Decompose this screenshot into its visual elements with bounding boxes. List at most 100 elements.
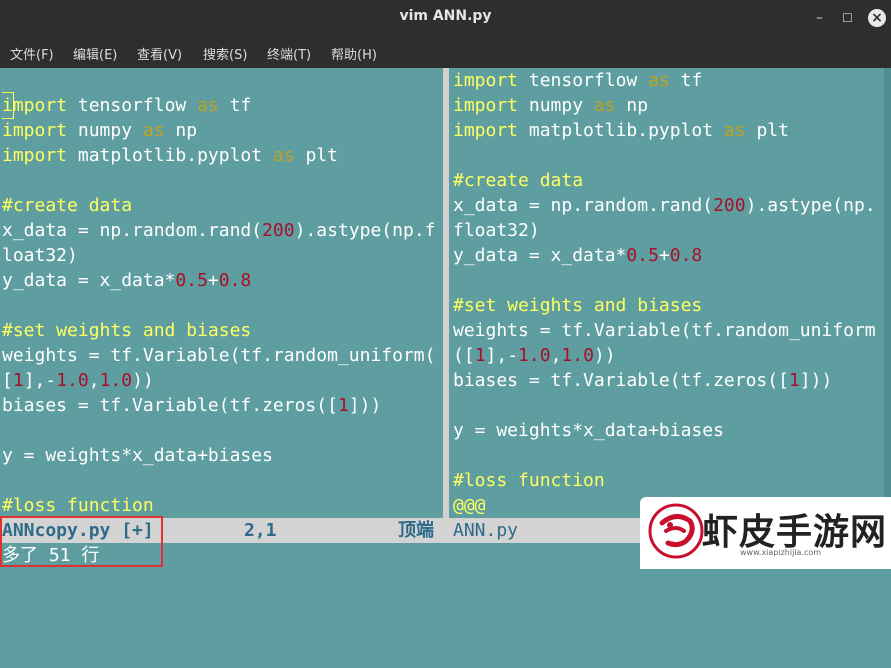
code-line[interactable]: import matplotlib.pyplot as plt: [453, 118, 789, 143]
code-line[interactable]: import tensorflow as tf: [2, 92, 252, 119]
shrimp-logo-icon: [648, 503, 704, 559]
code-line[interactable]: biases = tf.Variable(tf.zeros([1])): [2, 393, 381, 418]
menu-view[interactable]: 查看(V): [137, 44, 182, 63]
code-token: as: [648, 70, 670, 91]
code-token: +: [207, 270, 219, 291]
code-token: as: [723, 120, 746, 141]
code-line[interactable]: y_data = x_data*0.5+0.8: [453, 243, 702, 268]
code-token: biases = tf.Variable(tf.zeros([: [453, 370, 789, 391]
code-line[interactable]: ([1],-1.0,1.0)): [453, 343, 616, 368]
code-token: ])): [348, 395, 382, 416]
code-token: matplotlib.pyplot: [67, 145, 273, 166]
code-line[interactable]: @@@: [453, 493, 486, 518]
code-token: import: [453, 120, 519, 141]
menu-terminal[interactable]: 终端(T): [267, 44, 311, 63]
code-token: y = weights*x_data+biases: [453, 420, 724, 441]
code-line[interactable]: y_data = x_data*0.5+0.8: [2, 268, 251, 293]
code-token: import: [2, 120, 68, 141]
code-token: 0.5: [175, 270, 208, 291]
code-line[interactable]: x_data = np.random.rand(200).astype(np.: [453, 193, 876, 218]
code-line[interactable]: weights = tf.Variable(tf.random_uniform: [453, 318, 876, 343]
code-line[interactable]: #loss function: [453, 468, 605, 493]
code-line[interactable]: #set weights and biases: [453, 293, 702, 318]
terminal-area[interactable]: import tensorflow as tf import numpy as n…: [0, 68, 891, 569]
code-token: weights = tf.Variable(tf.random_uniform(: [2, 345, 436, 366]
title-bar: vim ANN.py – ☐ ×: [0, 0, 891, 36]
code-token: biases = tf.Variable(tf.zeros([: [2, 395, 338, 416]
minimize-icon[interactable]: –: [816, 9, 823, 27]
code-line[interactable]: weights = tf.Variable(tf.random_uniform(: [2, 343, 435, 368]
code-line[interactable]: biases = tf.Variable(tf.zeros([1])): [453, 368, 832, 393]
code-token: @@@: [453, 495, 486, 516]
code-token: y_data = x_data*: [453, 245, 627, 266]
code-token: np: [164, 120, 198, 141]
code-token: 1.0: [56, 370, 89, 391]
code-token: 1.0: [518, 345, 551, 366]
code-token: matplotlib.pyplot: [518, 120, 724, 141]
code-token: as: [197, 95, 219, 116]
code-token: ).astype(np.: [745, 195, 876, 216]
code-token: ],-: [485, 345, 519, 366]
code-token: x_data = np.random.rand(: [453, 195, 714, 216]
code-line[interactable]: #create data: [2, 193, 132, 218]
code-line[interactable]: y = weights*x_data+biases: [2, 443, 273, 468]
code-token: import: [2, 145, 68, 166]
code-line[interactable]: loat32): [2, 243, 78, 268]
code-line[interactable]: [1],-1.0,1.0)): [2, 368, 154, 393]
code-line[interactable]: y = weights*x_data+biases: [453, 418, 724, 443]
code-token: ],-: [23, 370, 57, 391]
code-line[interactable]: import tensorflow as tf: [453, 68, 702, 93]
code-token: 1: [337, 395, 349, 416]
code-token: tensorflow: [67, 95, 198, 116]
code-token: as: [272, 145, 295, 166]
code-token: 200: [713, 195, 746, 216]
code-token: tensorflow: [518, 70, 649, 91]
code-line[interactable]: #create data: [453, 168, 583, 193]
code-token: ,: [550, 345, 562, 366]
code-token: 0.8: [218, 270, 252, 291]
menu-file[interactable]: 文件(F): [10, 44, 54, 63]
right-editor-pane[interactable]: import tensorflow as tf import numpy as n…: [453, 68, 884, 518]
code-token: #create data: [2, 195, 133, 216]
code-token: 0.5: [626, 245, 659, 266]
code-line[interactable]: float32): [453, 218, 540, 243]
code-token: #set weights and biases: [453, 295, 703, 316]
close-icon[interactable]: ×: [868, 9, 886, 27]
code-token: np: [615, 95, 649, 116]
code-line[interactable]: import numpy as np: [453, 93, 648, 118]
code-line[interactable]: import matplotlib.pyplot as plt: [2, 143, 338, 168]
code-token: ,: [88, 370, 100, 391]
code-token: weights = tf.Variable(tf.random_uniform: [453, 320, 876, 341]
menu-help[interactable]: 帮助(H): [331, 44, 377, 63]
code-token: x_data = np.random.rand(: [2, 220, 263, 241]
vertical-split-divider[interactable]: [443, 68, 449, 520]
scroll-position: 顶端: [398, 520, 434, 541]
code-token: as: [142, 120, 165, 141]
text-cursor: i: [2, 92, 14, 119]
code-token: import: [453, 95, 519, 116]
code-line[interactable]: x_data = np.random.rand(200).astype(np.f: [2, 218, 436, 243]
code-token: 1: [474, 345, 486, 366]
menu-bar: 文件(F) 编辑(E) 查看(V) 搜索(S) 终端(T) 帮助(H): [0, 36, 891, 68]
menu-search[interactable]: 搜索(S): [203, 44, 247, 63]
scrollbar[interactable]: [884, 68, 891, 518]
code-token: numpy: [518, 95, 594, 116]
code-token: float32): [453, 220, 540, 241]
code-token: import: [2, 92, 67, 119]
code-token: 1.0: [561, 345, 594, 366]
code-token: #loss function: [453, 470, 605, 491]
maximize-icon[interactable]: ☐: [842, 9, 853, 27]
left-editor-pane[interactable]: import tensorflow as tf import numpy as n…: [2, 68, 442, 518]
code-token: tf: [218, 95, 252, 116]
code-line[interactable]: import numpy as np: [2, 118, 197, 143]
code-line[interactable]: #set weights and biases: [2, 318, 251, 343]
watermark-url: www.xiapizhijia.com: [740, 548, 822, 557]
menu-edit[interactable]: 编辑(E): [73, 44, 117, 63]
code-token: #set weights and biases: [2, 320, 252, 341]
code-token: )): [593, 345, 616, 366]
code-token: #create data: [453, 170, 584, 191]
code-token: ).astype(np.f: [294, 220, 436, 241]
code-token: loat32): [2, 245, 78, 266]
code-token: 200: [262, 220, 295, 241]
code-line[interactable]: #loss function: [2, 493, 154, 518]
